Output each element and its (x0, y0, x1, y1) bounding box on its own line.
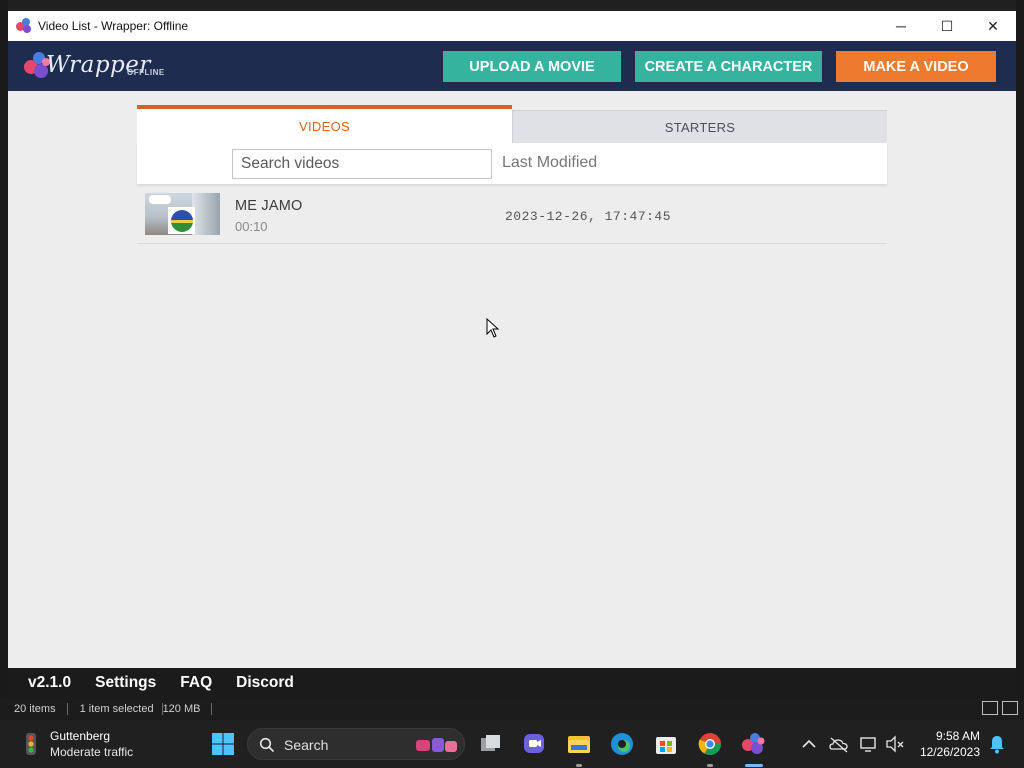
store-icon[interactable] (653, 731, 679, 757)
app-window: Video List - Wrapper: Offline ─ ☐ ✕ Wrap… (8, 11, 1016, 698)
system-clock[interactable]: 9:58 AM 12/26/2023 (912, 728, 980, 760)
status-item-count: 20 items (0, 703, 68, 715)
version-link[interactable]: v2.1.0 (28, 674, 71, 692)
clock-time: 9:58 AM (935, 729, 980, 743)
close-button[interactable]: ✕ (970, 11, 1016, 41)
display-icon[interactable] (856, 731, 882, 757)
tab-videos[interactable]: VIDEOS (137, 105, 512, 143)
app-header: Wrapper OFFLINE UPLOAD A MOVIE CREATE A … (8, 41, 1016, 91)
tiles-view-icon[interactable] (1002, 701, 1018, 715)
search-videos-input[interactable] (232, 149, 492, 179)
settings-link[interactable]: Settings (95, 674, 156, 692)
create-character-button[interactable]: CREATE A CHARACTER (635, 51, 822, 82)
traffic-light-icon (26, 733, 36, 755)
app-footer: v2.1.0 Settings FAQ Discord (8, 668, 1016, 698)
weather-widget[interactable]: Guttenberg Moderate traffic (18, 729, 133, 759)
desktop-left-strip (0, 0, 8, 698)
taskbar-search-label: Search (284, 737, 329, 753)
desktop-top-strip (0, 0, 1024, 11)
make-video-button[interactable]: MAKE A VIDEO (836, 51, 996, 82)
logo-suffix: OFFLINE (127, 68, 165, 77)
minimize-icon: ─ (896, 18, 906, 34)
wrapper-taskbar-icon[interactable] (741, 731, 767, 757)
faq-link[interactable]: FAQ (180, 674, 212, 692)
desktop-right-strip (1016, 0, 1024, 698)
minimize-button[interactable]: ─ (878, 11, 924, 41)
details-view-icon[interactable] (982, 701, 998, 715)
video-thumbnail[interactable] (145, 193, 220, 235)
clock-date: 12/26/2023 (919, 745, 980, 759)
wrapper-logo[interactable]: Wrapper OFFLINE (24, 50, 174, 82)
file-explorer-icon[interactable] (566, 731, 592, 757)
main-content: VIDEOS STARTERS Last Modified ME JAMO 00… (8, 91, 1016, 668)
video-modified-date: 2023-12-26, 17:47:45 (505, 209, 672, 224)
mouse-cursor-icon (486, 318, 500, 338)
taskbar: Guttenberg Moderate traffic Search 9:58 … (0, 720, 1024, 768)
search-highlight-icon (416, 738, 457, 752)
view-toggle (982, 701, 1018, 715)
task-view-icon[interactable] (478, 731, 504, 757)
character-badge-icon (168, 207, 195, 234)
search-icon (259, 737, 275, 753)
weather-detail: Moderate traffic (50, 745, 134, 759)
status-selected: 1 item selected (68, 703, 163, 715)
tab-bar: VIDEOS STARTERS (137, 105, 887, 143)
discord-link[interactable]: Discord (236, 674, 294, 692)
notification-bell-icon[interactable] (984, 731, 1010, 757)
maximize-button[interactable]: ☐ (924, 11, 970, 41)
close-icon: ✕ (987, 17, 999, 34)
edge-browser-icon[interactable] (609, 731, 635, 757)
video-row[interactable]: ME JAMO 00:10 2023-12-26, 17:47:45 (137, 187, 887, 244)
weather-title: Guttenberg (50, 729, 111, 743)
volume-muted-icon[interactable] (882, 731, 908, 757)
video-duration: 00:10 (235, 219, 268, 234)
active-app-indicator (745, 764, 763, 767)
list-toolbar: Last Modified (137, 143, 887, 184)
window-title: Video List - Wrapper: Offline (38, 19, 189, 33)
chrome-icon[interactable] (697, 731, 723, 757)
title-bar[interactable]: Video List - Wrapper: Offline ─ ☐ ✕ (8, 11, 1016, 41)
wrapper-app-icon (16, 18, 32, 34)
chat-icon[interactable] (521, 731, 547, 757)
upload-movie-button[interactable]: UPLOAD A MOVIE (443, 51, 621, 82)
sort-last-modified[interactable]: Last Modified (502, 154, 597, 172)
explorer-status-bar: 20 items 1 item selected 120 MB (0, 698, 1024, 720)
taskbar-search[interactable]: Search (247, 728, 465, 760)
status-size: 120 MB (163, 703, 213, 715)
windows-start-icon[interactable] (210, 731, 236, 757)
chevron-up-icon[interactable] (796, 731, 822, 757)
maximize-icon: ☐ (940, 17, 954, 34)
tab-starters[interactable]: STARTERS (512, 110, 887, 143)
video-title[interactable]: ME JAMO (235, 198, 302, 214)
onedrive-icon[interactable] (826, 731, 852, 757)
